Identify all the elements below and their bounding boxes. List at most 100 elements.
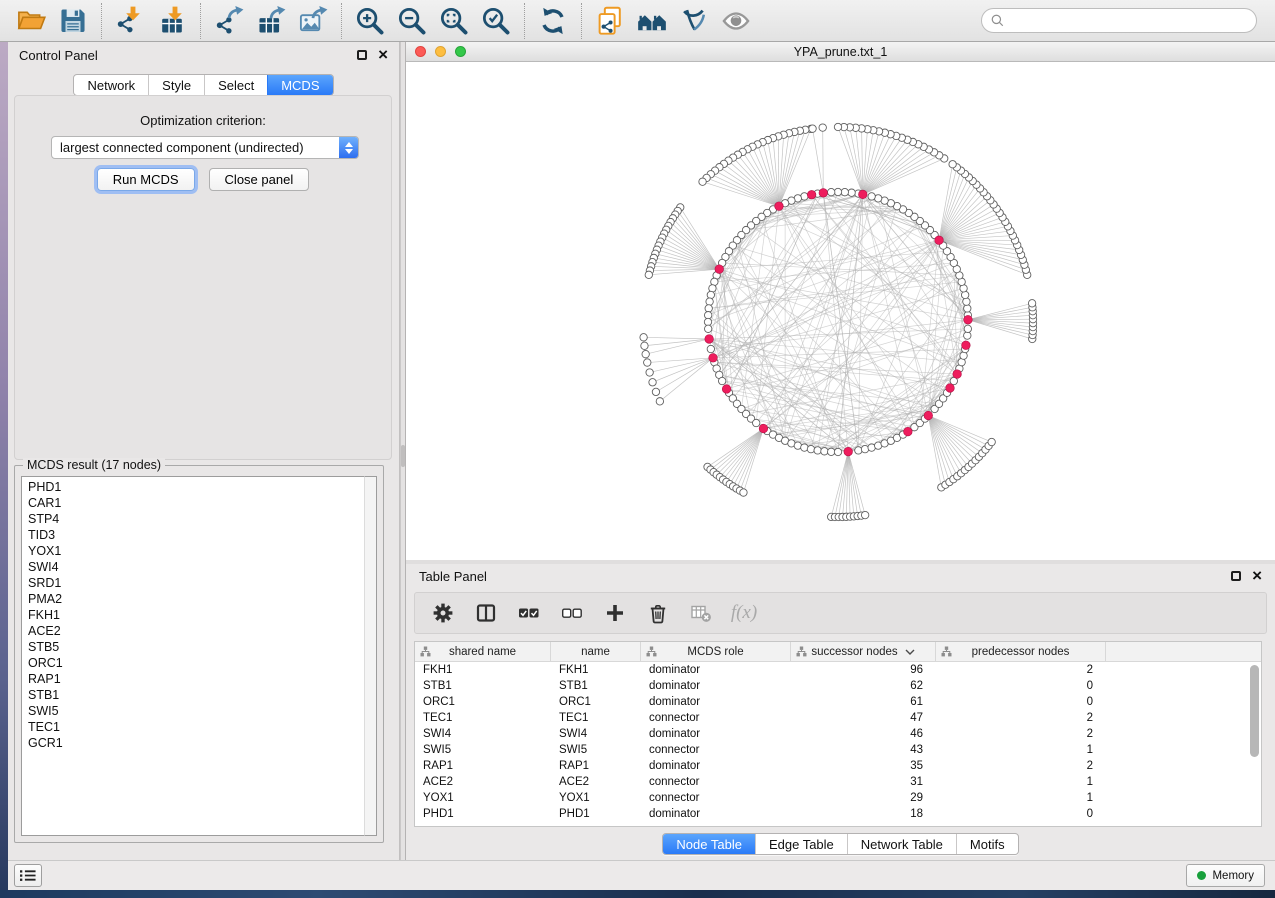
cell-MCDS-role: dominator (641, 808, 791, 820)
close-table-panel-icon[interactable]: × (1252, 571, 1262, 581)
mcds-result-item[interactable]: RAP1 (28, 671, 364, 687)
network-window-title: YPA_prune.txt_1 (406, 45, 1275, 59)
tab-style[interactable]: Style (148, 75, 204, 95)
table-row[interactable]: STB1STB1dominator620 (415, 678, 1261, 694)
mcds-result-item[interactable]: FKH1 (28, 607, 364, 623)
close-panel-icon[interactable]: × (378, 50, 388, 60)
export-image-icon[interactable] (298, 6, 328, 36)
table-row[interactable]: FKH1FKH1dominator962 (415, 662, 1261, 678)
tab-network[interactable]: Network (74, 75, 148, 95)
zoom-out-icon[interactable] (397, 6, 427, 36)
network-graph[interactable] (406, 62, 1275, 560)
mcds-list-scrollbar[interactable] (364, 476, 377, 836)
cell-successor-nodes: 61 (791, 696, 936, 708)
desktop-wallpaper-left (0, 42, 8, 890)
mcds-result-item[interactable]: SWI5 (28, 703, 364, 719)
open-file-icon[interactable] (16, 6, 46, 36)
column-header-MCDS-role[interactable]: MCDS role (641, 642, 791, 661)
float-panel-icon[interactable] (357, 50, 367, 60)
mcds-result-item[interactable]: STB5 (28, 639, 364, 655)
tab-select[interactable]: Select (204, 75, 267, 95)
show-columns-icon[interactable] (517, 602, 541, 624)
column-label: shared name (449, 646, 516, 658)
search-input[interactable] (1010, 13, 1248, 29)
desktop-wallpaper-bottom (0, 890, 1275, 898)
tab-network-table[interactable]: Network Table (847, 834, 956, 854)
table-row[interactable]: ORC1ORC1dominator610 (415, 694, 1261, 710)
zoom-in-icon[interactable] (355, 6, 385, 36)
mcds-result-item[interactable]: SRD1 (28, 575, 364, 591)
cell-successor-nodes: 43 (791, 744, 936, 756)
cell-predecessor-nodes: 0 (936, 680, 1106, 692)
copy-network-icon[interactable] (595, 6, 625, 36)
mcds-result-item[interactable]: STP4 (28, 511, 364, 527)
mcds-result-item[interactable]: TID3 (28, 527, 364, 543)
column-header-shared-name[interactable]: shared name (415, 642, 551, 661)
optimization-criterion-select[interactable]: largest connected component (undirected) (51, 136, 359, 159)
table-row[interactable]: RAP1RAP1dominator352 (415, 758, 1261, 774)
float-table-panel-icon[interactable] (1231, 571, 1241, 581)
hide-columns-icon[interactable] (560, 602, 584, 624)
mcds-result-list[interactable]: PHD1CAR1STP4TID3YOX1SWI4SRD1PMA2FKH1ACE2… (21, 476, 364, 836)
network-window-titlebar[interactable]: YPA_prune.txt_1 (406, 42, 1275, 62)
save-session-icon[interactable] (58, 6, 88, 36)
table-row[interactable]: SWI5SWI5connector431 (415, 742, 1261, 758)
bird-eye-view-icon[interactable] (721, 6, 751, 36)
mcds-result-item[interactable]: TEC1 (28, 719, 364, 735)
optimization-criterion-value: largest connected component (undirected) (52, 140, 339, 155)
table-row[interactable]: ACE2ACE2connector311 (415, 774, 1261, 790)
task-history-button[interactable] (14, 864, 42, 887)
mcds-result-item[interactable]: ORC1 (28, 655, 364, 671)
run-mcds-button[interactable]: Run MCDS (97, 168, 195, 191)
show-hide-graphics-icon[interactable] (679, 6, 709, 36)
table-row[interactable]: TEC1TEC1connector472 (415, 710, 1261, 726)
delete-column-icon[interactable] (646, 602, 670, 624)
export-network-icon[interactable] (214, 6, 244, 36)
zoom-selected-icon[interactable] (481, 6, 511, 36)
cell-MCDS-role: connector (641, 776, 791, 788)
table-scrollbar[interactable] (1248, 663, 1260, 825)
mcds-result-item[interactable]: STB1 (28, 687, 364, 703)
split-panel-icon[interactable] (474, 602, 498, 624)
import-network-icon[interactable] (115, 6, 145, 36)
search-box[interactable] (981, 8, 1257, 33)
table-panel-title: Table Panel (419, 569, 487, 584)
show-panels-icon[interactable] (637, 6, 667, 36)
table-row[interactable]: SWI4SWI4dominator462 (415, 726, 1261, 742)
column-header-predecessor-nodes[interactable]: predecessor nodes (936, 642, 1106, 661)
tab-node-table[interactable]: Node Table (663, 834, 755, 854)
tab-edge-table[interactable]: Edge Table (755, 834, 847, 854)
mcds-result-item[interactable]: GCR1 (28, 735, 364, 751)
table-row[interactable]: PHD1PHD1dominator180 (415, 806, 1261, 822)
table-row[interactable]: YOX1YOX1connector291 (415, 790, 1261, 806)
cell-MCDS-role: dominator (641, 728, 791, 740)
cell-name: YOX1 (551, 792, 641, 804)
column-header-name[interactable]: name (551, 642, 641, 661)
cell-successor-nodes: 31 (791, 776, 936, 788)
tab-motifs[interactable]: Motifs (956, 834, 1018, 854)
node-table: shared name nameMCDS rolesuccessor nodesp… (414, 641, 1262, 827)
export-table-icon[interactable] (256, 6, 286, 36)
cell-predecessor-nodes: 1 (936, 744, 1106, 756)
mcds-result-item[interactable]: PHD1 (28, 479, 364, 495)
mcds-result-item[interactable]: ACE2 (28, 623, 364, 639)
memory-button[interactable]: Memory (1186, 864, 1265, 887)
optimization-criterion-label: Optimization criterion: (15, 113, 391, 128)
mcds-result-item[interactable]: SWI4 (28, 559, 364, 575)
table-scrollbar-thumb[interactable] (1250, 665, 1259, 757)
splitter-grip-icon[interactable] (401, 445, 405, 467)
tab-mcds[interactable]: MCDS (267, 75, 332, 95)
mcds-result-item[interactable]: YOX1 (28, 543, 364, 559)
mcds-result-item[interactable]: CAR1 (28, 495, 364, 511)
table-settings-icon[interactable] (431, 602, 455, 624)
import-table-icon[interactable] (157, 6, 187, 36)
close-panel-button[interactable]: Close panel (209, 168, 310, 191)
column-header-successor-nodes[interactable]: successor nodes (791, 642, 936, 661)
zoom-fit-icon[interactable] (439, 6, 469, 36)
mcds-result-item[interactable]: PMA2 (28, 591, 364, 607)
cell-successor-nodes: 96 (791, 664, 936, 676)
add-column-icon[interactable] (603, 602, 627, 624)
network-view-canvas[interactable] (406, 62, 1275, 560)
control-panel-tabs: NetworkStyleSelectMCDS (73, 74, 333, 96)
refresh-icon[interactable] (538, 6, 568, 36)
